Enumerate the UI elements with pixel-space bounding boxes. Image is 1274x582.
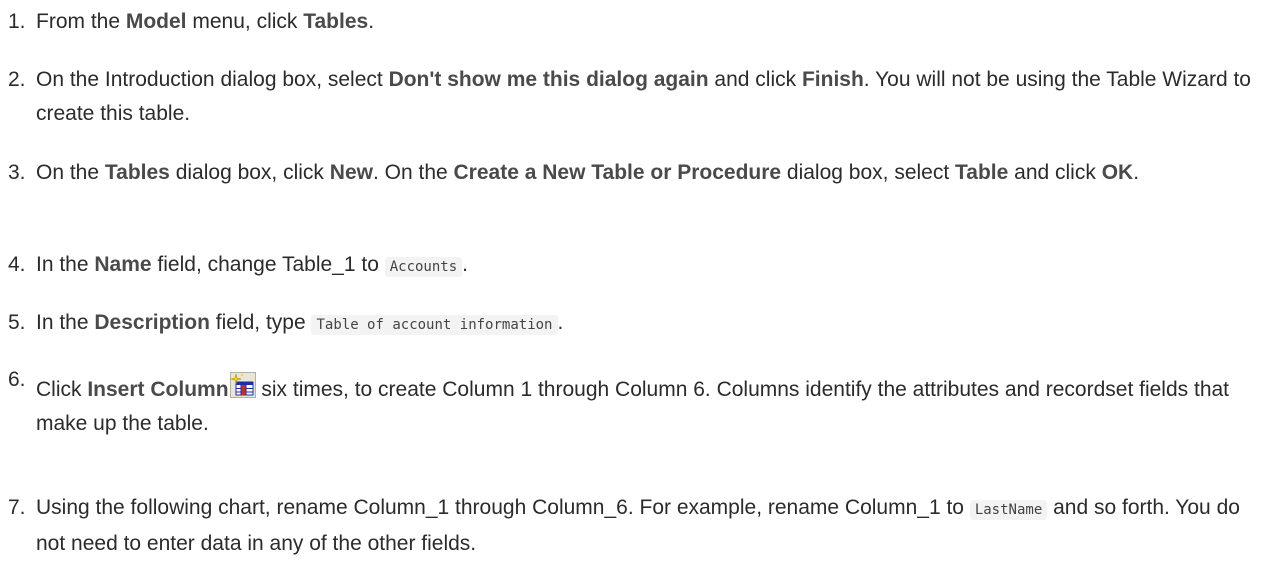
step-6: 6. Click Insert Column six times, to cre…	[0, 368, 1262, 441]
code-value: LastName	[969, 500, 1048, 520]
field-name: Description	[94, 311, 210, 334]
step-number: 6.	[8, 368, 26, 391]
step-number: 5.	[8, 311, 26, 334]
step-text-part: On the Introduction dialog box, select	[36, 68, 389, 91]
step-text-part: menu, click	[186, 10, 304, 33]
button-name: New	[329, 161, 373, 184]
button-name: Insert Column	[87, 378, 229, 401]
step-text-part: .	[368, 10, 375, 33]
step-2: 2. On the Introduction dialog box, selec…	[0, 63, 1262, 131]
step-text: In the Name field, change Table_1 to Acc…	[36, 248, 1262, 284]
step-text-part: Using the following chart, rename Column…	[36, 496, 970, 519]
step-text-part: On the	[36, 161, 105, 184]
dialog-name: Tables	[104, 161, 170, 184]
step-number: 7.	[8, 496, 26, 519]
step-text-part: field, change Table_1 to	[151, 253, 385, 276]
field-name: Name	[94, 253, 152, 276]
step-text-part: field, type	[209, 311, 312, 334]
step-text-part: and click	[1008, 161, 1102, 184]
button-name: Finish	[801, 68, 864, 91]
step-text-part: Click	[36, 378, 88, 401]
step-text: Click Insert Column six times, to create…	[36, 372, 1262, 441]
step-text-part: From the	[36, 10, 126, 33]
step-text: From the Model menu, click Tables.	[36, 5, 1262, 39]
code-value: Accounts	[384, 257, 463, 277]
step-text-part: .	[462, 253, 468, 276]
dialog-name: Create a New Table or Procedure	[453, 161, 782, 184]
step-5: 5. In the Description field, type Table …	[0, 306, 1262, 342]
step-text-part: In the	[36, 253, 95, 276]
step-text: On the Tables dialog box, click New. On …	[36, 156, 1262, 190]
step-7: 7. Using the following chart, rename Col…	[0, 491, 1262, 561]
menu-item-name: Tables	[303, 10, 369, 33]
step-text-part: and click	[708, 68, 802, 91]
step-4: 4. In the Name field, change Table_1 to …	[0, 248, 1262, 284]
step-number: 1.	[8, 10, 26, 33]
step-text-part: .	[1133, 161, 1140, 184]
step-3: 3. On the Tables dialog box, click New. …	[0, 156, 1262, 190]
step-text: In the Description field, type Table of …	[36, 306, 1262, 342]
step-number: 4.	[8, 253, 26, 276]
step-text-part: In the	[36, 311, 95, 334]
step-text-part: . On the	[372, 161, 454, 184]
step-text: On the Introduction dialog box, select D…	[36, 63, 1262, 131]
step-text-part: dialog box, select	[781, 161, 956, 184]
option-name: Table	[955, 161, 1009, 184]
step-text-part: .	[557, 311, 564, 334]
option-name: Don't show me this dialog again	[388, 68, 709, 91]
step-number: 2.	[8, 68, 26, 91]
insert-column-icon	[229, 372, 256, 398]
menu-name: Model	[125, 10, 187, 33]
button-name: OK	[1101, 161, 1134, 184]
step-1: 1. From the Model menu, click Tables.	[0, 5, 1262, 39]
step-text-part: dialog box, click	[169, 161, 330, 184]
step-text: Using the following chart, rename Column…	[36, 491, 1262, 561]
code-value: Table of account information	[311, 315, 558, 335]
step-number: 3.	[8, 161, 26, 184]
